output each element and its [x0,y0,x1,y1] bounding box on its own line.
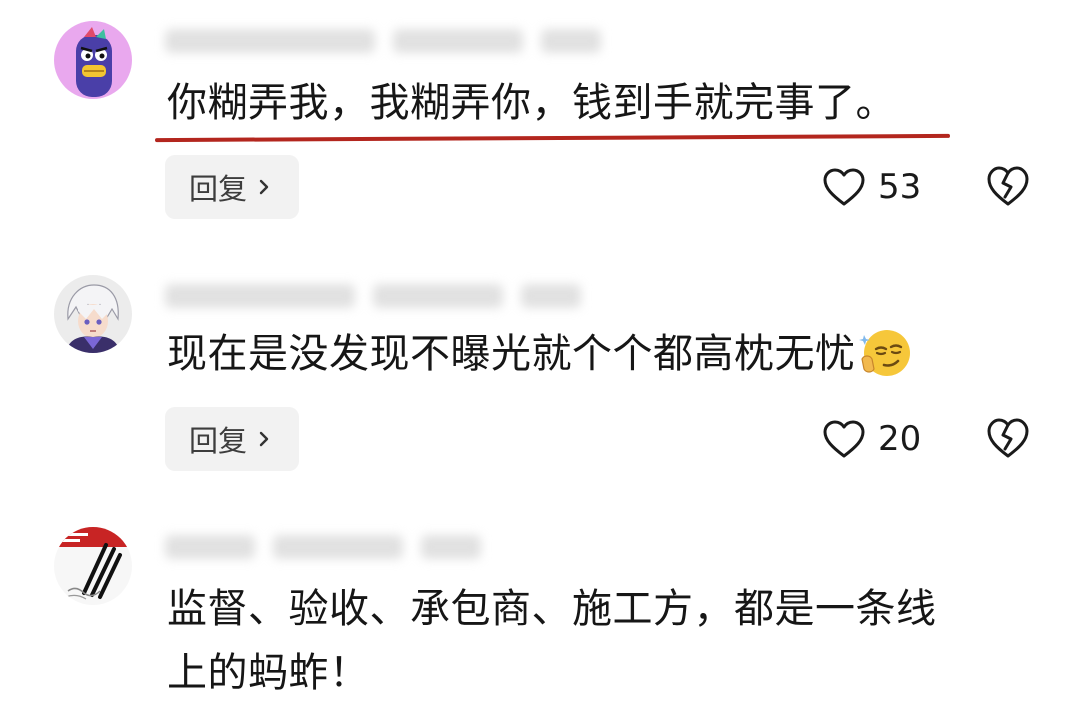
like-button[interactable]: 20 [822,415,921,463]
avatar[interactable] [54,527,132,605]
purple-cartoon-character-avatar-icon [54,21,132,99]
reply-label: 回复 [189,172,248,206]
reply-button[interactable]: 回复 [165,407,299,471]
comment-item: 现在是没发现不曝光就个个都高枕无忧 回复 20 [0,240,1080,502]
chevron-right-icon [259,431,269,447]
chevron-right-icon [259,179,269,195]
comment-item: 监督、验收、承包商、施工方，都是一条线 上的蚂蚱！ [0,502,1080,717]
broken-heart-icon[interactable] [986,164,1030,208]
like-count: 53 [878,167,922,207]
comment-meta-blurred [165,281,581,311]
like-count: 20 [878,419,922,459]
comment-list: 你糊弄我，我糊弄你，钱到手就完事了。 回复 53 现在是没发现不曝光就个个都高枕… [0,0,1080,717]
comment-meta-blurred [165,532,481,562]
reply-label: 回复 [189,424,248,458]
comment-text-content: 现在是没发现不曝光就个个都高枕无忧 [167,331,856,377]
anime-boy-avatar-icon [54,275,132,353]
comment-item: 你糊弄我，我糊弄你，钱到手就完事了。 回复 53 [0,0,1080,240]
comment-text-line-2: 上的蚂蚱！ [167,650,370,696]
like-button[interactable]: 53 [822,163,921,211]
highlight-underline [154,133,951,143]
pens-photo-avatar-icon [54,527,132,605]
avatar[interactable] [54,21,132,99]
heart-outline-icon [823,420,865,458]
heart-outline-icon [823,168,865,206]
broken-heart-icon[interactable] [986,416,1030,460]
smirking-face-emoji [858,330,910,376]
avatar[interactable] [54,275,132,353]
comment-text: 现在是没发现不曝光就个个都高枕无忧 [167,325,912,383]
comment-text: 你糊弄我，我糊弄你，钱到手就完事了。 [167,80,896,126]
comment-meta-blurred [165,26,601,56]
reply-button[interactable]: 回复 [165,155,299,219]
comment-text-line-1: 监督、验收、承包商、施工方，都是一条线 [167,586,937,632]
